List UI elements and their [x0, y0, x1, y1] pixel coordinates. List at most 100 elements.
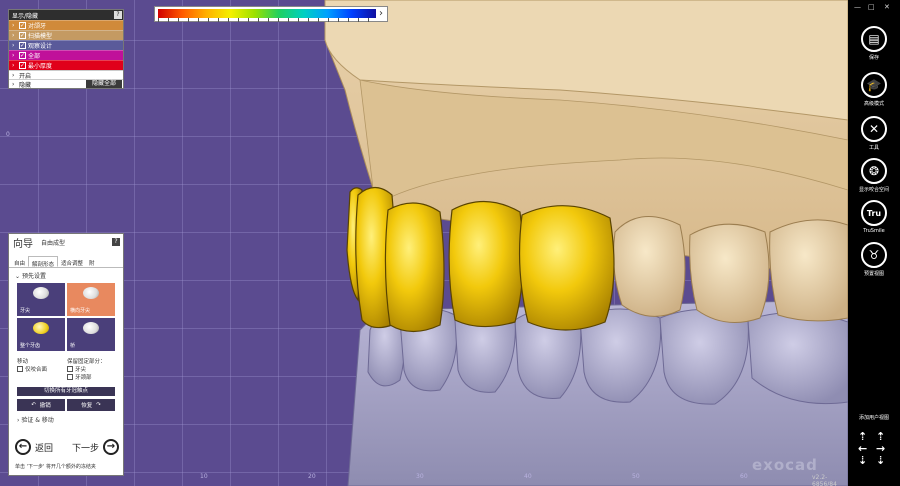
next-button[interactable]: 下一步 → — [72, 439, 119, 455]
arrow-down-icon[interactable]: ⇣ — [858, 454, 867, 467]
undo-redo-row: ↶ 撤销 恢复 ↷ — [17, 399, 115, 411]
chevron-right-icon[interactable]: › — [12, 32, 19, 39]
layer-row-design[interactable]: › ✓ 观察设计 — [9, 40, 123, 50]
save-icon: ▤ — [861, 26, 887, 52]
chevron-right-icon[interactable]: › — [12, 72, 19, 79]
preset-tool-grid: 牙尖 横向牙尖 整个牙齿 桥 — [9, 283, 123, 351]
layer-checkbox[interactable]: ✓ — [19, 42, 26, 49]
axis-tick: 50 — [632, 473, 640, 480]
hide-section[interactable]: › 隐藏 隐藏全部 — [9, 79, 123, 89]
color-gradient — [158, 9, 376, 18]
scale-expand-arrow[interactable]: › — [376, 8, 386, 20]
layer-label: 扫描模型 — [28, 33, 53, 40]
occlusal-only-label: 仅咬合面 — [25, 367, 48, 373]
wizard-tabs: 自由 解剖形态 适合调整 附 — [9, 256, 123, 268]
layer-label: 最小厚度 — [28, 63, 53, 70]
layer-checkbox[interactable]: ✓ — [19, 52, 26, 59]
natural-tooth — [613, 216, 686, 317]
layer-label: 对颌牙 — [28, 23, 47, 30]
trusmile-button[interactable]: Tru TruSmile — [848, 200, 900, 234]
crown — [384, 202, 445, 333]
arrow-left-icon: ← — [15, 439, 31, 455]
tooth-view-icon: ♉ — [861, 242, 887, 268]
tool-label: 整个牙齿 — [20, 343, 41, 349]
add-user-view-button[interactable]: 添加用户视图 — [848, 414, 900, 421]
preset-views-button[interactable]: ♉ 预置视图 — [848, 242, 900, 277]
display-panel-header[interactable]: 显示/隐藏 ? — [9, 10, 123, 20]
occlusion-space-button[interactable]: ❂ 显示咬合空间 — [848, 158, 900, 193]
verify-move-section[interactable]: › 验证 & 移动 — [9, 411, 123, 428]
wizard-title: 向导 — [13, 238, 33, 250]
layer-checkbox[interactable]: ✓ — [19, 62, 26, 69]
tool-bridge[interactable]: 桥 — [67, 318, 115, 351]
chevron-right-icon[interactable]: › — [12, 81, 19, 88]
exocad-watermark: exocad — [752, 456, 818, 474]
axis-tick: 0 — [6, 131, 10, 138]
axis-tick: 30 — [416, 473, 424, 480]
layer-row-antagonist[interactable]: › ✓ 对颌牙 — [9, 20, 123, 30]
view-navigation-arrows[interactable]: ⇡ ⇡ ← → ⇣ ⇣ — [858, 430, 890, 470]
tab-anatomy[interactable]: 解剖形态 — [28, 256, 59, 268]
trusmile-icon: Tru — [861, 200, 887, 226]
wizard-hint: 单击 '下一步' 将开几个额外的冻结夹 — [15, 464, 96, 470]
chevron-right-icon[interactable]: › — [12, 62, 19, 69]
tool-cusp[interactable]: 牙尖 — [17, 283, 65, 316]
checkbox-box[interactable] — [17, 366, 23, 372]
display-panel-title: 显示/隐藏 — [12, 12, 39, 20]
tab-freeform[interactable]: 自由 — [11, 256, 28, 267]
checkbox-box[interactable] — [67, 366, 73, 372]
undo-icon: ↶ — [31, 402, 36, 408]
occlusal-only-checkbox[interactable]: 仅咬合面 — [17, 365, 67, 373]
maximize-icon[interactable]: □ — [868, 3, 875, 11]
redo-icon: ↷ — [96, 402, 101, 408]
hide-all-button[interactable]: 隐藏全部 — [85, 80, 122, 88]
move-options: 移动 仅咬合面 — [17, 357, 67, 381]
checkbox-box[interactable] — [67, 374, 73, 380]
crown — [448, 200, 524, 328]
minimize-icon[interactable]: — — [854, 3, 861, 11]
axis-tick: 20 — [308, 473, 316, 480]
help-button[interactable]: ? — [112, 238, 120, 246]
chevron-right-icon[interactable]: › — [12, 52, 19, 59]
help-button[interactable]: ? — [114, 11, 122, 19]
dental-model-scene[interactable] — [0, 0, 848, 486]
expert-mode-label: 高级模式 — [863, 101, 884, 107]
layer-checkbox[interactable]: ✓ — [19, 22, 26, 29]
tool-whole-tooth[interactable]: 整个牙齿 — [17, 318, 65, 351]
arrow-down-icon[interactable]: ⇣ — [876, 454, 885, 467]
reset-contacts-button[interactable]: 切换所有牙冠触点 — [17, 387, 115, 396]
right-toolbar: — □ ✕ ▤ 保存 🎓 高级模式 ✕ 工具 ❂ 显示咬合空间 Tru TruS… — [848, 0, 900, 486]
undo-button[interactable]: ↶ 撤销 — [17, 399, 65, 411]
chevron-right-icon[interactable]: › — [12, 42, 19, 49]
open-section[interactable]: › 开启 — [9, 70, 123, 80]
keep-cusp-checkbox[interactable]: 牙尖 — [67, 365, 117, 373]
save-label: 保存 — [868, 55, 879, 61]
tab-attach[interactable]: 附 — [86, 256, 98, 267]
distance-color-scale: › — [154, 6, 388, 22]
open-label: 开启 — [19, 72, 32, 80]
undo-label: 撤销 — [39, 403, 51, 409]
designed-crowns — [346, 186, 615, 333]
graduation-cap-icon: 🎓 — [861, 72, 887, 98]
back-button[interactable]: ← 返回 — [15, 439, 53, 455]
layer-row-min-thickness[interactable]: › ✓ 最小厚度 — [9, 60, 123, 70]
preset-views-label: 预置视图 — [863, 271, 884, 277]
natural-teeth — [613, 216, 848, 323]
layer-checkbox[interactable]: ✓ — [19, 32, 26, 39]
layer-row-all[interactable]: › ✓ 全部 — [9, 50, 123, 60]
preset-section[interactable]: ⌄ 预先设置 — [9, 268, 123, 283]
layer-row-scan-model[interactable]: › ✓ 扫描模型 — [9, 30, 123, 40]
chevron-right-icon[interactable]: › — [12, 22, 19, 29]
axis-tick: 60 — [740, 473, 748, 480]
keep-options: 保留固定部分： 牙尖 牙颈部 — [67, 357, 117, 381]
tool-lateral-cusp[interactable]: 横向牙尖 — [67, 283, 115, 316]
expert-mode-button[interactable]: 🎓 高级模式 — [848, 72, 900, 107]
save-button[interactable]: ▤ 保存 — [848, 26, 900, 61]
tool-label: 牙尖 — [20, 308, 31, 314]
redo-button[interactable]: 恢复 ↷ — [67, 399, 115, 411]
keep-neck-checkbox[interactable]: 牙颈部 — [67, 373, 117, 381]
tools-button[interactable]: ✕ 工具 — [848, 116, 900, 151]
close-icon[interactable]: ✕ — [884, 3, 890, 11]
tab-adapt[interactable]: 适合调整 — [58, 256, 86, 267]
3d-viewport[interactable]: 0 10 20 30 40 50 60 exocad v2.2-6856/84 — [0, 0, 848, 486]
